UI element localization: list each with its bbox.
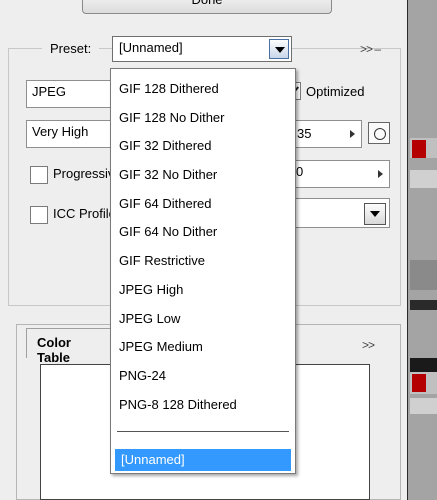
preset-option[interactable]: GIF 32 No Dither [111, 161, 295, 190]
tab-color-table[interactable]: Color Table [26, 328, 116, 365]
preset-option[interactable]: GIF 128 Dithered [111, 75, 295, 104]
done-button[interactable]: Done [82, 0, 332, 14]
strip-block [410, 398, 437, 414]
quality-number-field[interactable]: 35 [290, 120, 362, 148]
chevron-down-icon[interactable] [364, 203, 386, 225]
side-panel-strip [407, 0, 437, 500]
preset-option[interactable]: JPEG Low [111, 305, 295, 334]
preset-option[interactable]: JPEG Medium [111, 333, 295, 362]
preset-option[interactable]: GIF Restrictive [111, 247, 295, 276]
chevron-down-icon[interactable] [269, 39, 289, 59]
blur-value: 0 [296, 164, 304, 179]
double-chevron-right-icon[interactable]: >> [362, 338, 375, 352]
quality-select[interactable]: Very High [26, 120, 121, 148]
preset-option[interactable]: GIF 64 No Dither [111, 218, 295, 247]
strip-block [410, 300, 437, 310]
icc-profile-checkbox[interactable] [30, 206, 48, 224]
preset-list: GIF 128 Dithered GIF 128 No Dither GIF 3… [111, 75, 295, 419]
strip-swatch [412, 140, 426, 158]
quality-mask-icon[interactable] [368, 122, 390, 144]
double-chevron-right-icon[interactable]: >> – [360, 42, 381, 56]
preset-option[interactable]: GIF 32 Dithered [111, 132, 295, 161]
quality-number: 35 [297, 126, 312, 141]
preset-value: [Unnamed] [119, 40, 183, 55]
format-select[interactable]: JPEG [26, 80, 121, 108]
preset-dropdown[interactable]: [Unnamed] [112, 36, 292, 62]
preset-dropdown-menu: GIF 128 Dithered GIF 128 No Dither GIF 3… [110, 68, 296, 474]
strip-block [410, 170, 437, 188]
preset-option[interactable]: PNG-24 [111, 362, 295, 391]
optimized-label: Optimized [306, 84, 365, 99]
menu-separator [117, 431, 289, 432]
preset-option-selected[interactable]: [Unnamed] [115, 449, 291, 471]
preset-option[interactable]: PNG-8 128 Dithered [111, 391, 295, 420]
chevron-right-icon[interactable] [350, 130, 355, 138]
preset-option[interactable]: GIF 128 No Dither [111, 104, 295, 133]
strip-block [410, 358, 437, 372]
chevron-right-icon[interactable] [378, 170, 383, 178]
strip-swatch [412, 374, 426, 392]
preset-label: Preset: [42, 38, 100, 60]
matte-select[interactable] [290, 198, 390, 228]
preset-option[interactable]: JPEG High [111, 276, 295, 305]
icc-profile-label: ICC Profile [53, 206, 116, 221]
strip-block [410, 260, 437, 290]
preset-option[interactable]: GIF 64 Dithered [111, 190, 295, 219]
progressive-checkbox[interactable] [30, 166, 48, 184]
blur-field[interactable]: 0 [290, 160, 390, 188]
